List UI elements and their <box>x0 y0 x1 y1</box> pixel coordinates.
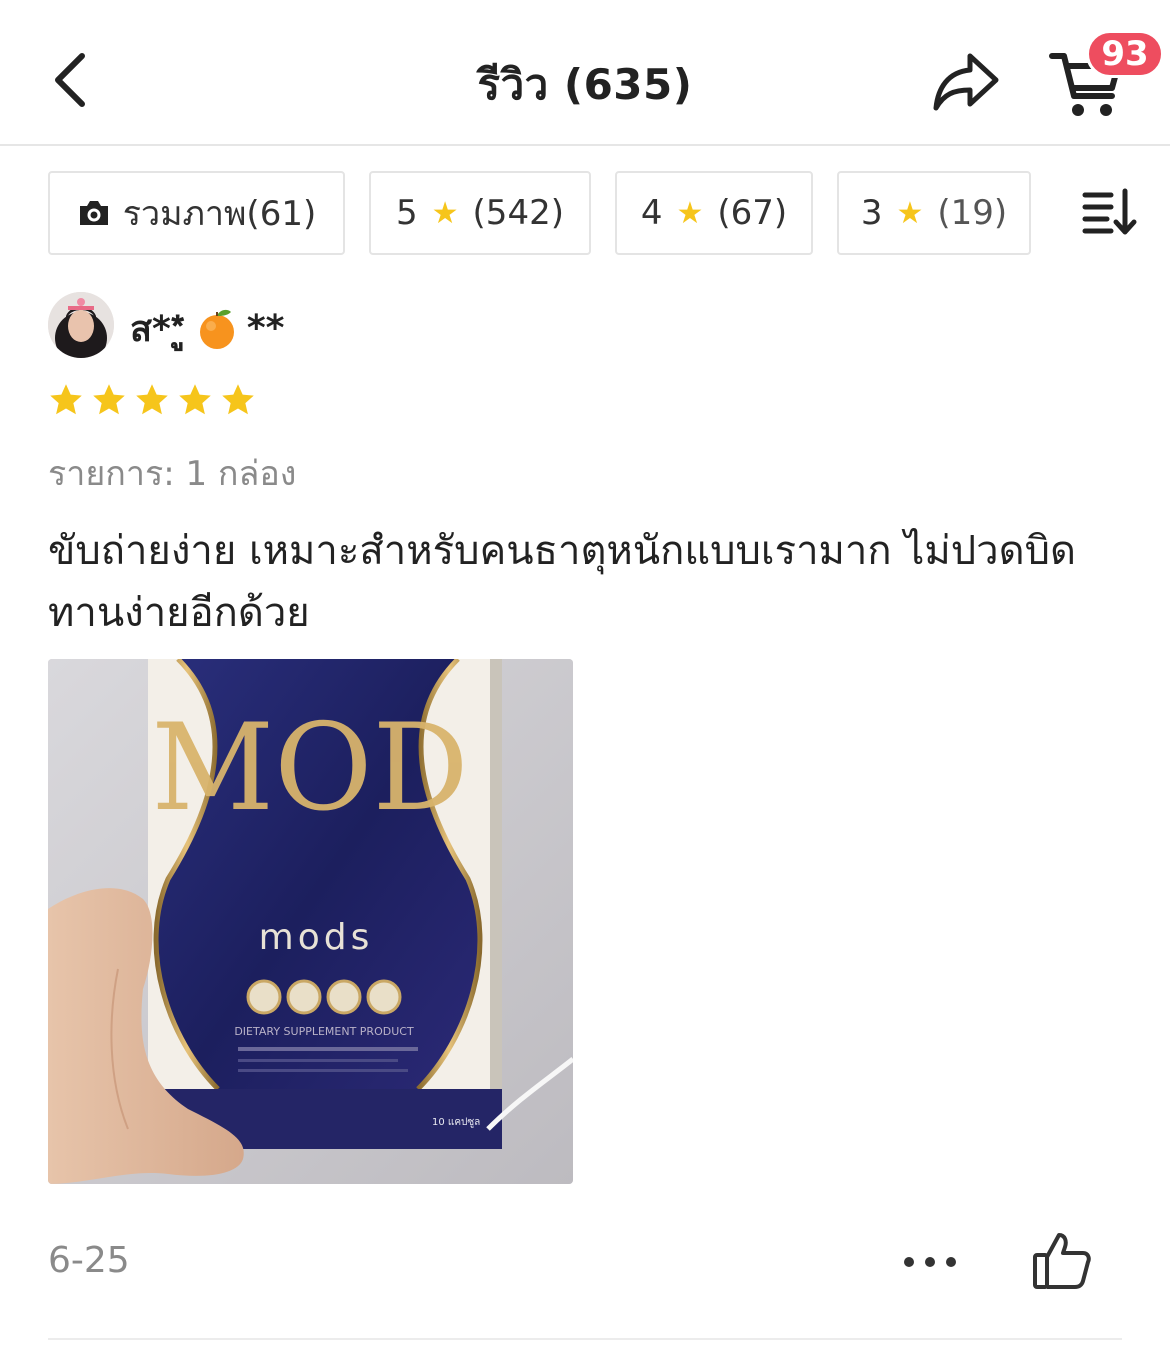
filter-5-star-count: (542) <box>472 193 564 233</box>
orange-emoji-icon <box>199 309 234 349</box>
share-button[interactable] <box>925 46 1007 118</box>
filter-with-photos-chip[interactable]: รวมภาพ(61) <box>48 171 345 255</box>
filter-4-star-chip[interactable]: 4 ★ (67) <box>615 171 813 255</box>
star-icon: ★ <box>676 195 704 231</box>
reviewer-name-prefix: ส**ู <box>130 309 185 350</box>
thumbs-up-icon <box>1033 1233 1091 1289</box>
share-arrow-icon <box>933 53 999 111</box>
purchased-variation: รายการ: 1 กล่อง <box>48 454 297 494</box>
product-count-right: 10 แคปซูล <box>432 1117 480 1128</box>
reviewer-name-suffix: ** <box>246 308 285 349</box>
filter-4-star-label: 4 <box>640 193 663 233</box>
review-body: ขับถ่ายง่าย เหมาะสำหรับคนธาตุหนักแบบเราม… <box>48 528 1076 636</box>
camera-icon <box>77 198 111 228</box>
star-icon <box>50 384 82 415</box>
review-photo[interactable]: MOD mods DIETARY SUPPLEMENT PRODUCT 10 1… <box>48 659 573 1184</box>
review-divider <box>48 1338 1122 1340</box>
more-options-button[interactable] <box>898 1240 962 1284</box>
reviewer-avatar[interactable] <box>48 292 114 358</box>
helpful-like-button[interactable] <box>1026 1226 1098 1296</box>
more-dots-icon <box>904 1257 956 1267</box>
filter-5-star-chip[interactable]: 5 ★ (542) <box>369 171 591 255</box>
star-icon: ★ <box>896 195 924 231</box>
filter-4-star-count: (67) <box>717 193 788 233</box>
product-name: mods <box>259 917 374 958</box>
top-bar: รีวิว (635) 93 <box>0 0 1170 146</box>
star-icon <box>136 384 168 415</box>
sort-icon <box>1082 188 1137 235</box>
product-subtitle: DIETARY SUPPLEMENT PRODUCT <box>234 1025 414 1038</box>
star-icon <box>93 384 125 415</box>
star-icon <box>222 384 254 415</box>
review-rating <box>48 382 256 418</box>
filter-3-star-count: (19) <box>937 193 1008 233</box>
reviewer-name: ส**ู ** <box>130 300 284 357</box>
filter-3-star-chip[interactable]: 3 ★ (19) <box>837 171 1031 255</box>
filter-5-star-label: 5 <box>396 193 418 233</box>
sort-button[interactable] <box>1076 182 1142 242</box>
product-brand: MOD <box>151 699 468 838</box>
filter-with-photos-label: รวมภาพ(61) <box>122 194 317 234</box>
filter-3-star-label: 3 <box>860 193 883 233</box>
star-icon: ★ <box>431 195 459 231</box>
star-icon <box>179 384 211 415</box>
cart-count-badge: 93 <box>1086 30 1164 78</box>
review-date: 6-25 <box>48 1240 130 1281</box>
